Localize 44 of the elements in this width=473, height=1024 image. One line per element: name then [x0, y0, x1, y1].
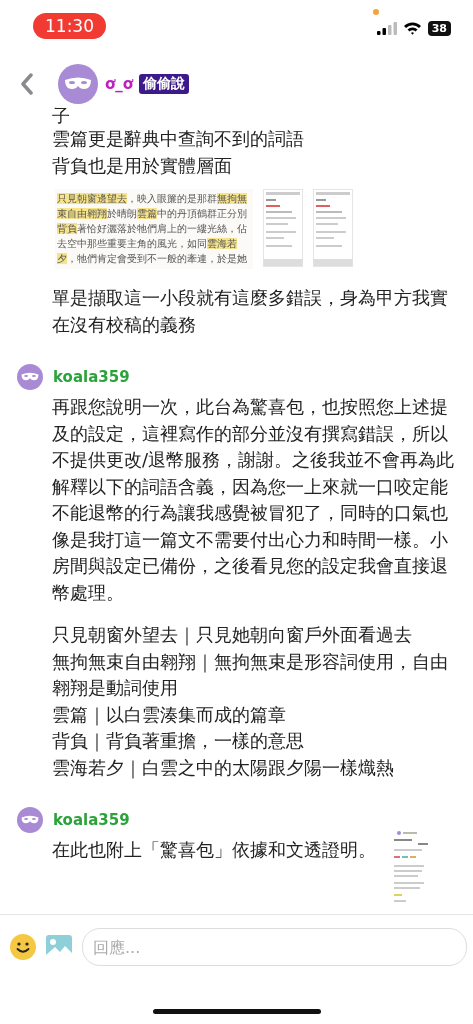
message-text: 在此也附上「驚喜包」依據和文透證明。: [52, 838, 376, 862]
excerpt-text: 著恰好灑落於牠們肩上的一縷光絲，佔: [77, 223, 247, 234]
back-chevron-icon[interactable]: [20, 73, 34, 95]
message-line: 背負｜背負著重擔，一樣的意思: [52, 729, 305, 754]
screenshot-thumbnail[interactable]: [263, 189, 303, 267]
screenshot-thumbnail[interactable]: [392, 829, 430, 905]
highlighted-text: 只見朝窗邊望去: [57, 193, 127, 204]
excerpt-text: 中的丹頂鶴群正分別: [157, 208, 247, 219]
mask-avatar-icon: [17, 807, 43, 833]
screenshot-thumbnail[interactable]: [313, 189, 353, 267]
excerpt-image-background[interactable]: 只見朝窗邊望去，映入眼簾的是那群無拘無 束自由翱翔於晴朗雲篇中的丹頂鶴群正分別 背負著恰好灑落於牠們肩上的一縷光絲，佔 去空中那些重要主角的風光，如同雲海若 夕，牠們肯定會受到不一般的牽連，於是她: [55, 189, 253, 269]
excerpt-text: 於晴朗: [107, 208, 137, 219]
excerpt-text: ，牠們肯定會受到不一般的牽連，於是她: [67, 253, 247, 264]
reply-input-field[interactable]: 回應...: [82, 928, 467, 966]
mask-avatar-icon: [58, 64, 98, 104]
highlighted-text: 束自由翱翔: [57, 208, 107, 219]
highlighted-text: 雲海若: [207, 238, 237, 249]
message-line: 子: [52, 106, 71, 126]
excerpt-text: 去空中那些重要主角的風光，如同: [57, 238, 207, 249]
author-name: koala359: [53, 368, 130, 386]
message-line: 雲篇｜以白雲湊集而成的篇章: [52, 702, 287, 728]
author-name: koala359: [53, 811, 130, 829]
message-line: 雲海若夕｜白雲之中的太陽跟夕陽一樣熾熱: [52, 755, 395, 781]
smiley-icon[interactable]: [10, 934, 36, 960]
wifi-icon: [402, 21, 422, 35]
privacy-dot-icon: [373, 9, 379, 15]
message-line: 雲篇更是辭典中查詢不到的詞語: [52, 127, 305, 151]
highlighted-text: 雲篇: [137, 208, 157, 219]
battery-indicator: 38: [427, 20, 451, 36]
highlighted-text: 無拘無: [217, 193, 247, 204]
excerpt-text: ，映入眼簾的是那群: [127, 193, 217, 204]
message-line: 無拘無束自由翱翔｜無拘無束是形容詞使用，自由翱翔是動詞使用: [52, 649, 449, 700]
message-line: 背負也是用於實體層面: [52, 153, 233, 178]
image-icon[interactable]: [46, 935, 72, 959]
signal-icon: [376, 21, 397, 35]
highlighted-text: 背負: [57, 223, 77, 234]
time-pill: 11:30: [33, 13, 106, 39]
message-text: 再跟您說明一次，此台為驚喜包，也按照您上述提及的設定，這裡寫作的部分並沒有撰寫錯誤，所以不提供更改/退幣服務，謝謝。之後我並不會再為此解釋以下的詞語含義，因為您一上來就一口咬定能不能退幣的行為讓我感覺被冒犯了，同時的口氣也像是我打這一篇文不需要付出心力和時間一樣。小房間與設定已備份，之後看見您的設定我會直接退幣處理。: [52, 395, 455, 605]
user-name: ơ_ơ: [105, 75, 134, 93]
highlighted-text: 夕: [57, 253, 67, 264]
message-text: 單是擷取這一小段就有這麼多錯誤，身為甲方我實在沒有校稿的義務: [52, 286, 449, 337]
mask-avatar-icon: [17, 364, 43, 390]
message-line: 只見朝窗外望去｜只見她朝向窗戶外面看過去: [52, 623, 413, 648]
anonymous-tag: 偷偷說: [139, 74, 190, 94]
